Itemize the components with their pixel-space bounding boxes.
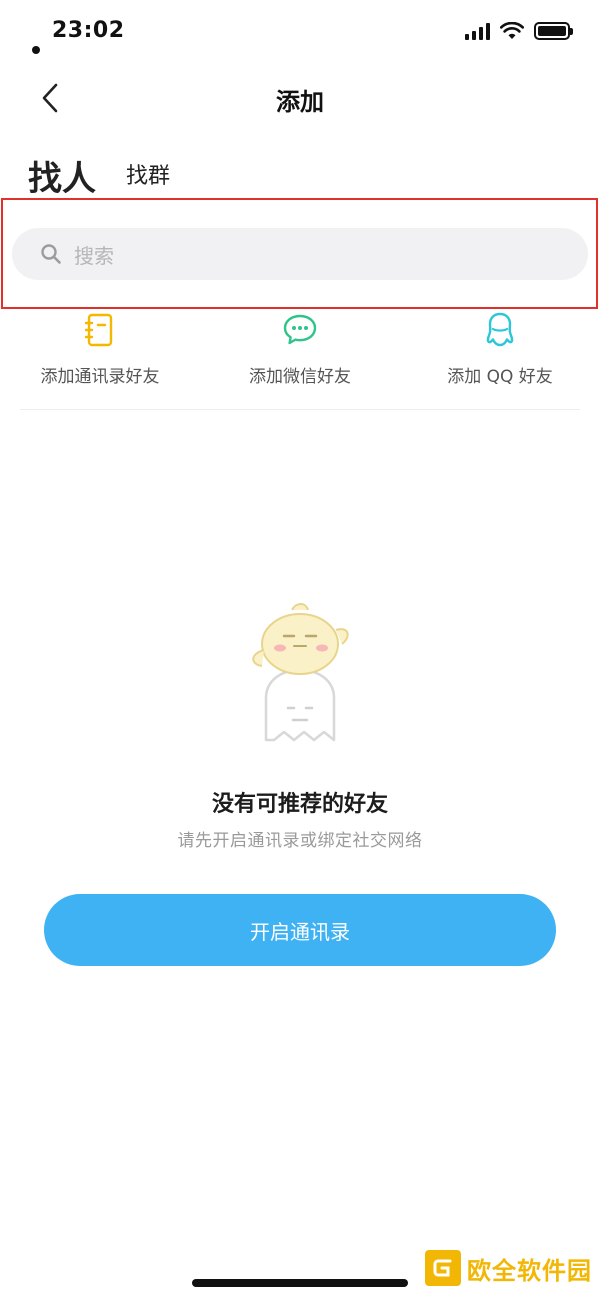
nav-bar: 添加 — [0, 70, 600, 126]
tab-bar: 找人 找群 — [28, 140, 170, 200]
tab-find-people[interactable]: 找人 — [28, 151, 96, 200]
qq-icon — [486, 312, 514, 347]
quick-actions: 添加通讯录好友 添加微信好友 添加 QQ 好友 — [0, 312, 600, 402]
search-icon — [41, 244, 61, 264]
add-wechat-label: 添加微信好友 — [249, 367, 351, 387]
watermark-logo-icon — [425, 1250, 461, 1286]
page-title: 添加 — [276, 88, 324, 116]
contacts-book-icon — [85, 313, 113, 347]
empty-state-title: 没有可推荐的好友 — [211, 792, 388, 817]
enable-contacts-button[interactable]: 开启通讯录 — [44, 894, 556, 966]
status-bar: 23:02 — [0, 0, 600, 66]
home-indicator — [192, 1279, 408, 1287]
cellular-signal-icon — [465, 22, 490, 40]
search-placeholder: 搜索 — [74, 243, 114, 268]
section-divider — [20, 409, 580, 410]
battery-icon — [534, 22, 573, 40]
wifi-icon — [500, 22, 524, 39]
watermark-text: 欧全软件园 — [467, 1256, 592, 1285]
empty-state-mascot-icon — [252, 603, 349, 742]
empty-state-subtitle: 请先开启通讯录或绑定社交网络 — [177, 831, 423, 851]
status-time: 23:02 — [52, 18, 125, 43]
status-icons — [465, 22, 573, 40]
wechat-icon — [283, 314, 317, 345]
tab-indicator — [32, 46, 40, 54]
add-wechat-friends-button[interactable]: 添加微信好友 — [200, 312, 400, 387]
tab-find-groups[interactable]: 找群 — [126, 158, 170, 200]
add-qq-label: 添加 QQ 好友 — [447, 367, 553, 387]
add-contacts-label: 添加通讯录好友 — [40, 367, 160, 387]
watermark: 欧全软件园 — [425, 1250, 592, 1286]
search-input[interactable]: 搜索 — [12, 228, 588, 280]
add-contacts-friends-button[interactable]: 添加通讯录好友 — [0, 312, 200, 387]
add-qq-friends-button[interactable]: 添加 QQ 好友 — [400, 312, 600, 387]
